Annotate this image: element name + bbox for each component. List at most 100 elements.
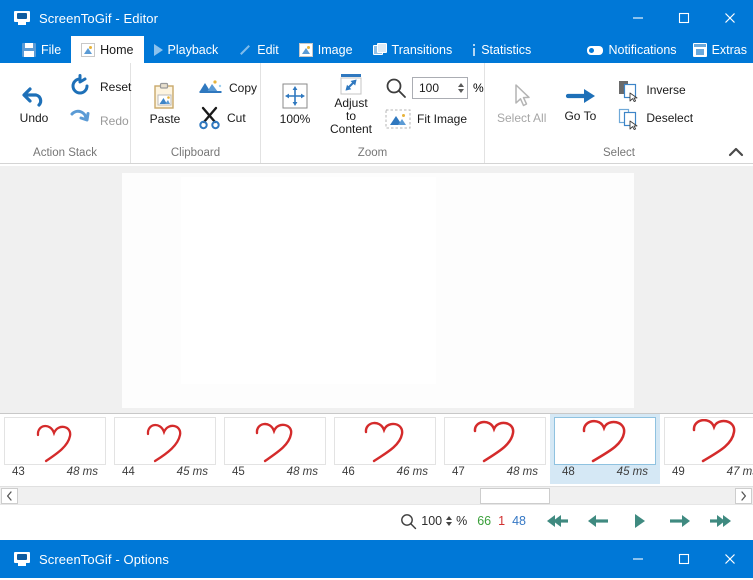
frame-thumbnail (444, 417, 546, 465)
statusbar-zoom-value: 100 (421, 514, 443, 528)
scrollbar-track[interactable] (19, 487, 734, 505)
undo-button[interactable]: Undo (6, 81, 62, 127)
zoom-100-button[interactable]: 100% (267, 80, 323, 128)
heart-drawing-icon (146, 423, 182, 463)
extras-icon (692, 42, 707, 57)
frame-number: 47 (452, 466, 465, 478)
select-all-button[interactable]: Select All (491, 81, 552, 127)
undo-arrow-icon (21, 83, 47, 109)
copy-button[interactable]: Copy (193, 76, 263, 100)
frame-meta: 44 45 ms (110, 465, 220, 478)
chevron-left-icon[interactable] (1, 487, 18, 504)
fit-image-button[interactable]: Fit Image (385, 107, 484, 131)
tab-home-label: Home (100, 42, 134, 57)
cut-button[interactable]: Cut (193, 104, 263, 132)
tab-file[interactable]: File (12, 36, 71, 63)
previous-frame-button[interactable] (577, 507, 618, 535)
picture-icon (81, 42, 96, 57)
tab-transitions-label: Transitions (391, 42, 453, 57)
frame-number: 43 (12, 466, 25, 478)
statusbar-zoom-unit: % (456, 514, 468, 528)
frame-item-selected[interactable]: 48 45 ms (550, 414, 660, 484)
tab-image[interactable]: Image (289, 36, 363, 63)
options-close-button[interactable] (707, 540, 753, 578)
first-frame-button[interactable] (536, 507, 577, 535)
canvas-preview-area[interactable] (0, 165, 753, 413)
inverse-button[interactable]: Inverse (612, 78, 699, 103)
options-minimize-button[interactable] (615, 540, 661, 578)
frame-item[interactable]: 43 48 ms (0, 414, 110, 484)
frame-delay: 48 ms (506, 466, 538, 478)
minimize-button[interactable] (615, 0, 661, 36)
ribbon-group-title-action-stack: Action Stack (33, 147, 97, 159)
tab-playback[interactable]: Playback (144, 36, 229, 63)
image-icon (298, 42, 313, 57)
editor-window-title: ScreenToGif - Editor (39, 10, 159, 26)
statusbar-zoom[interactable]: 100 % (400, 513, 473, 530)
current-frame-index: 48 (512, 514, 526, 528)
fit-image-icon (385, 109, 411, 129)
zoom-percent-label: % (473, 81, 484, 95)
filmstrip-scrollbar[interactable] (0, 486, 753, 504)
heart-drawing-icon (364, 421, 404, 463)
heart-drawing-icon (473, 420, 515, 463)
spinner-up-down-icon[interactable] (446, 516, 453, 526)
zoom-level-field[interactable] (412, 77, 468, 99)
total-frames-count: 66 (477, 514, 492, 528)
last-frame-button[interactable] (700, 507, 741, 535)
scrollbar-thumb[interactable] (480, 487, 551, 504)
ribbon-group-select: Select All Go To Inverse Deselect Select (485, 63, 753, 163)
paste-button[interactable]: Paste (137, 80, 193, 128)
chevron-up-icon[interactable] (727, 145, 745, 161)
adjust-to-content-button[interactable]: Adjust to Content (323, 70, 379, 138)
ribbon-group-title-select: Select (603, 147, 635, 159)
options-titlebar: ScreenToGif - Options (0, 540, 753, 578)
paste-clipboard-icon (152, 82, 178, 110)
next-frame-button[interactable] (659, 507, 700, 535)
playback-navigation (536, 507, 753, 535)
ribbon-group-clipboard: Paste Copy Cut Clipboard (131, 63, 261, 163)
zoom-level-input[interactable] (413, 78, 457, 98)
statusbar: 100 % 66 1 48 (0, 504, 753, 537)
spinner-up-down-icon[interactable] (456, 78, 467, 98)
play-button[interactable] (618, 507, 659, 535)
heart-drawing-icon (692, 419, 736, 463)
frame-thumbnail (114, 417, 216, 465)
tab-edit[interactable]: Edit (228, 36, 289, 63)
close-button[interactable] (707, 0, 753, 36)
frame-list[interactable]: 43 48 ms 44 45 ms 45 48 ms 46 46 ms 47 4… (0, 413, 753, 486)
deselect-button[interactable]: Deselect (612, 106, 699, 131)
tab-transitions[interactable]: Transitions (363, 36, 463, 63)
ribbon-group-title-zoom: Zoom (357, 147, 388, 159)
frame-item[interactable]: 45 48 ms (220, 414, 330, 484)
four-arrows-box-icon (281, 82, 309, 110)
bell-icon (587, 44, 604, 56)
transitions-icon (372, 42, 387, 57)
options-maximize-button[interactable] (661, 540, 707, 578)
reset-button[interactable]: Reset (62, 72, 137, 102)
zoom-100-label: 100% (279, 112, 311, 126)
tab-home[interactable]: Home (71, 36, 144, 63)
frame-number: 44 (122, 466, 135, 478)
frame-thumbnail (224, 417, 326, 465)
tab-edit-label: Edit (257, 42, 279, 57)
tab-notifications[interactable]: Notifications (577, 36, 682, 63)
frame-thumbnail (664, 417, 753, 465)
options-window-title: ScreenToGif - Options (39, 551, 169, 567)
redo-button[interactable]: Redo (62, 106, 137, 136)
right-arrow-icon (565, 85, 596, 107)
frame-thumbnail (334, 417, 436, 465)
chevron-right-icon[interactable] (735, 487, 752, 504)
tab-statistics[interactable]: Statistics (462, 36, 541, 63)
frame-item[interactable]: 44 45 ms (110, 414, 220, 484)
go-to-button[interactable]: Go To (552, 83, 608, 125)
deselect-label: Deselect (646, 111, 694, 125)
frame-item[interactable]: 49 47 ms (660, 414, 753, 484)
tab-extras[interactable]: Extras (683, 36, 753, 63)
copy-label: Copy (229, 81, 258, 95)
ribbon-group-zoom: 100% Adjust to Content 100 % Fit Image Z… (261, 63, 485, 163)
fit-image-label: Fit Image (417, 112, 468, 126)
frame-item[interactable]: 47 48 ms (440, 414, 550, 484)
maximize-button[interactable] (661, 0, 707, 36)
frame-item[interactable]: 46 46 ms (330, 414, 440, 484)
